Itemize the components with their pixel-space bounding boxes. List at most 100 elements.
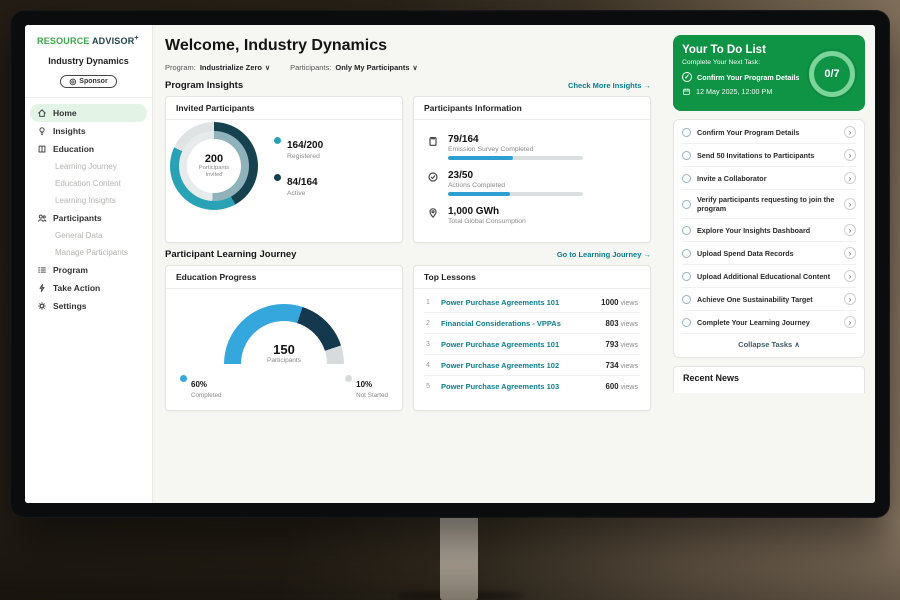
views-count: 1000 [601, 298, 618, 307]
todo-next-task[interactable]: ✓ Confirm Your Program Details [682, 72, 810, 82]
todo-next-task-label: Confirm Your Program Details [697, 73, 799, 82]
sidebar-item-settings[interactable]: Settings [25, 297, 152, 315]
participants-icon [37, 213, 47, 223]
legend-dot [274, 137, 281, 144]
list-icon [37, 265, 47, 275]
task-checkbox[interactable] [682, 295, 691, 304]
lesson-link[interactable]: Financial Considerations - VPPAs [441, 319, 599, 328]
sidebar-item-label: Home [53, 108, 77, 118]
sidebar-item-home[interactable]: Home [30, 104, 147, 122]
legend-item-completed: 60%Completed [180, 374, 221, 399]
legend-value: 84/164 [287, 177, 318, 188]
task-row-explore-insights[interactable]: Explore Your Insights Dashboard › [682, 219, 856, 242]
task-checkbox[interactable] [682, 174, 691, 183]
stat-value: 79/164 [448, 134, 638, 145]
lessons-list: 1 Power Purchase Agreements 101 1000 vie… [414, 289, 650, 399]
legend-label: Completed [191, 392, 221, 399]
sidebar-item-program[interactable]: Program [25, 261, 152, 279]
task-row-verify-participants[interactable]: Verify participants requesting to join t… [682, 190, 856, 219]
sidebar-item-label: Insights [53, 126, 86, 136]
participants-info-body: 79/164 Emission Survey Completed 23/50 A… [414, 120, 650, 242]
invited-donut-chart: 200 Participants Invited [170, 122, 258, 210]
views-count: 803 [606, 319, 619, 328]
book-icon [37, 144, 47, 154]
stat-value: 23/50 [448, 170, 638, 181]
sidebar-item-take-action[interactable]: Take Action [25, 279, 152, 297]
task-row-send-invitations[interactable]: Send 50 Invitations to Participants › [682, 144, 856, 167]
views-count: 600 [606, 382, 619, 391]
sidebar-item-education-content[interactable]: Education Content [25, 175, 152, 192]
task-checkbox[interactable] [682, 200, 691, 209]
task-checkbox[interactable] [682, 318, 691, 327]
list-item: 2 Financial Considerations - VPPAs 803 v… [424, 313, 640, 334]
task-label: Invite a Collaborator [697, 174, 838, 183]
sidebar-nav: Home Insights Education Learning Journey… [25, 97, 152, 315]
check-more-insights-link[interactable]: Check More Insights → [568, 81, 651, 90]
legend-label: Not Started [356, 392, 388, 399]
sponsor-badge-wrap: ◎Sponsor [25, 71, 152, 89]
invited-participants-card: Invited Participants 200 Participants In… [165, 96, 403, 243]
chevron-right-icon[interactable]: › [844, 293, 856, 305]
chevron-right-icon[interactable]: › [844, 224, 856, 236]
task-checkbox[interactable] [682, 226, 691, 235]
task-row-complete-learning-journey[interactable]: Complete Your Learning Journey › [682, 311, 856, 334]
check-circle-icon: ✓ [682, 72, 692, 82]
logo-resource: RESOURCE [37, 36, 90, 46]
lesson-link[interactable]: Power Purchase Agreements 101 [441, 340, 599, 349]
sidebar-item-learning-journey[interactable]: Learning Journey [25, 158, 152, 175]
task-checkbox[interactable] [682, 128, 691, 137]
participants-filter-label: Participants: [290, 63, 331, 72]
participants-information-card: Participants Information 79/164 Emission… [413, 96, 651, 243]
sidebar-item-label: Program [53, 265, 88, 275]
card-title: Invited Participants [166, 97, 402, 120]
chevron-right-icon[interactable]: › [844, 270, 856, 282]
stat-label: Total Global Consumption [448, 218, 638, 225]
logo-plus: + [134, 35, 138, 42]
donut-center-value: 200 [205, 153, 223, 165]
lesson-link[interactable]: Power Purchase Agreements 103 [441, 382, 599, 391]
task-checkbox[interactable] [682, 272, 691, 281]
lesson-link[interactable]: Power Purchase Agreements 102 [441, 361, 599, 370]
task-checkbox[interactable] [682, 249, 691, 258]
task-row-confirm-program[interactable]: Confirm Your Program Details › [682, 121, 856, 144]
section-title: Program Insights [165, 80, 243, 91]
lesson-link[interactable]: Power Purchase Agreements 101 [441, 298, 594, 307]
chevron-right-icon[interactable]: › [844, 316, 856, 328]
app-logo: RESOURCE ADVISOR+ [25, 35, 152, 46]
task-label: Upload Spend Data Records [697, 249, 838, 258]
learning-journey-header: Participant Learning Journey Go to Learn… [165, 249, 651, 260]
sidebar-item-insights[interactable]: Insights [25, 122, 152, 140]
sidebar-item-participants[interactable]: Participants [25, 209, 152, 227]
task-row-sustainability-target[interactable]: Achieve One Sustainability Target › [682, 288, 856, 311]
task-label: Upload Additional Educational Content [697, 272, 838, 281]
task-row-upload-educational-content[interactable]: Upload Additional Educational Content › [682, 265, 856, 288]
chevron-right-icon[interactable]: › [844, 149, 856, 161]
progress-fill [448, 156, 513, 160]
sponsor-badge[interactable]: ◎Sponsor [60, 75, 116, 88]
donut-legend: 164/200Registered 84/164Active [274, 135, 323, 197]
go-to-learning-journey-link[interactable]: Go to Learning Journey → [557, 250, 651, 259]
logo-advisor: ADVISOR [92, 36, 134, 46]
task-label: Explore Your Insights Dashboard [697, 226, 838, 235]
chevron-right-icon[interactable]: › [844, 198, 856, 210]
sidebar-item-manage-participants[interactable]: Manage Participants [25, 244, 152, 261]
task-checkbox[interactable] [682, 151, 691, 160]
task-row-upload-spend-data[interactable]: Upload Spend Data Records › [682, 242, 856, 265]
task-row-invite-collaborator[interactable]: Invite a Collaborator › [682, 167, 856, 190]
page-title: Welcome, Industry Dynamics [165, 37, 651, 55]
sidebar-item-education[interactable]: Education [25, 140, 152, 158]
sidebar-item-label: Take Action [53, 283, 100, 293]
legend-item-registered: 164/200Registered [274, 135, 323, 160]
list-item: 1 Power Purchase Agreements 101 1000 vie… [424, 292, 640, 313]
chevron-right-icon[interactable]: › [844, 247, 856, 259]
chevron-right-icon[interactable]: › [844, 172, 856, 184]
sidebar-item-general-data[interactable]: General Data [25, 227, 152, 244]
chevron-right-icon[interactable]: › [844, 126, 856, 138]
participants-select[interactable]: Only My Participants∨ [335, 63, 417, 72]
donut-chart-area: 200 Participants Invited 164/200Register… [166, 120, 402, 212]
lesson-views: 803 views [606, 319, 638, 328]
collapse-tasks-link[interactable]: Collapse Tasks ∧ [682, 334, 856, 356]
sidebar-item-learning-insights[interactable]: Learning Insights [25, 192, 152, 209]
program-select[interactable]: Industrialize Zero∨ [200, 63, 270, 72]
program-insights-header: Program Insights Check More Insights → [165, 80, 651, 91]
